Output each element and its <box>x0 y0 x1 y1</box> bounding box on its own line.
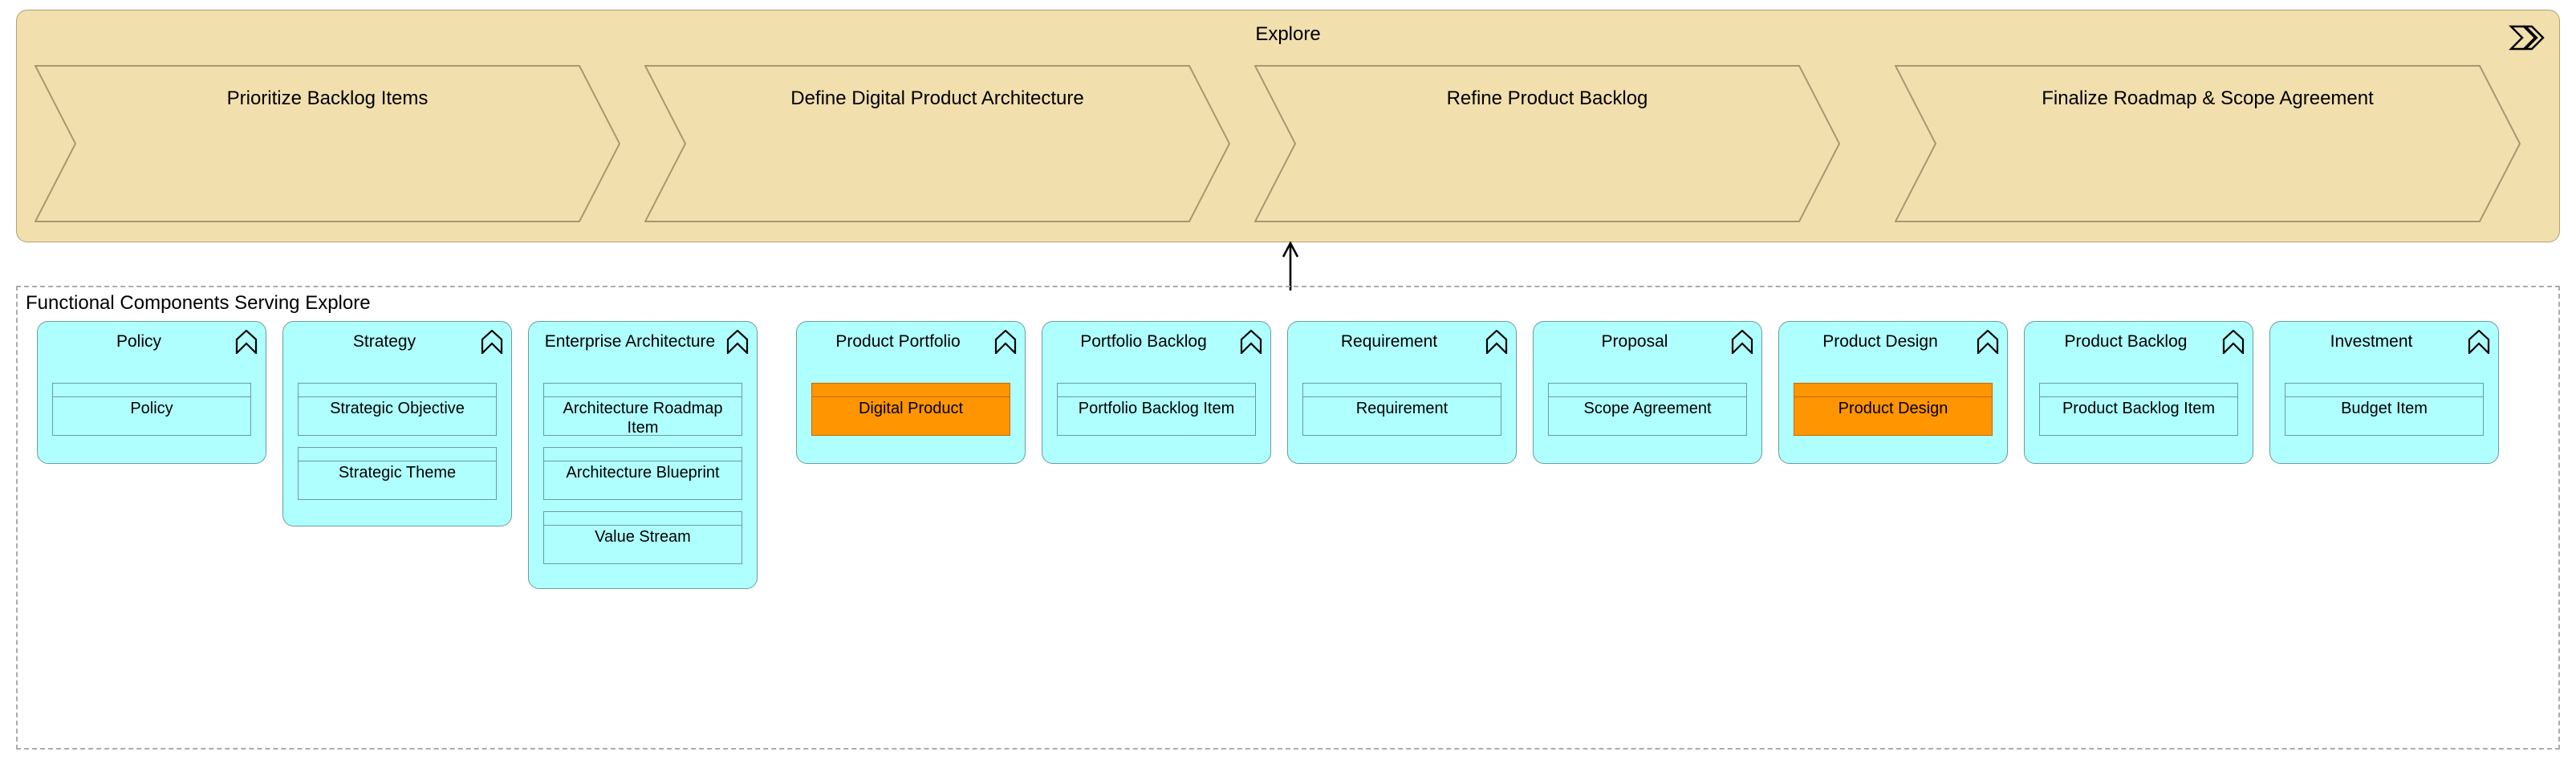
element-box[interactable]: Policy <box>52 383 251 436</box>
element-box[interactable]: Strategic Theme <box>298 447 497 500</box>
element-header-strip <box>544 512 742 526</box>
element-header-strip <box>544 448 742 461</box>
capability-card-title: Policy <box>46 331 232 352</box>
capability-card-proposal[interactable]: Proposal Scope Agreement <box>1533 321 1762 464</box>
element-box[interactable]: Architecture Roadmap Item <box>543 383 742 436</box>
capability-chevron-icon <box>1731 330 1753 354</box>
element-box-highlighted[interactable]: Product Design <box>1794 383 1993 436</box>
capability-card-title: Product Backlog <box>2033 331 2219 352</box>
process-phase-finalize-roadmap-scope-agreement[interactable]: Finalize Roadmap & Scope Agreement <box>1895 65 2521 222</box>
element-box[interactable]: Portfolio Backlog Item <box>1057 383 1256 436</box>
element-header-strip <box>2040 384 2237 397</box>
element-box[interactable]: Strategic Objective <box>298 383 497 436</box>
capability-chevron-icon <box>2468 330 2490 354</box>
element-box[interactable]: Budget Item <box>2285 383 2484 436</box>
element-label: Portfolio Backlog Item <box>1059 399 1253 418</box>
explore-process-banner[interactable]: Explore Prioritize Backlog Items Define … <box>16 10 2560 242</box>
capability-card-title: Enterprise Architecture <box>537 331 723 352</box>
element-header-strip <box>53 384 250 397</box>
element-box[interactable]: Architecture Blueprint <box>543 447 742 500</box>
capability-card-title: Proposal <box>1542 331 1728 352</box>
element-label: Budget Item <box>2287 399 2481 418</box>
element-header-strip <box>812 384 1010 397</box>
element-label: Digital Product <box>814 399 1008 418</box>
element-box[interactable]: Scope Agreement <box>1548 383 1747 436</box>
capability-chevron-icon <box>235 330 258 354</box>
capability-chevron-icon <box>1977 330 1999 354</box>
process-phase-define-digital-product-architecture[interactable]: Define Digital Product Architecture <box>644 65 1230 222</box>
capability-card-enterprise-architecture[interactable]: Enterprise Architecture Architecture Roa… <box>528 321 758 589</box>
element-header-strip <box>1303 384 1501 397</box>
capability-card-product-backlog[interactable]: Product Backlog Product Backlog Item <box>2024 321 2253 464</box>
process-phase-refine-product-backlog[interactable]: Refine Product Backlog <box>1254 65 1840 222</box>
capability-card-title: Product Design <box>1787 331 1973 352</box>
element-label: Scope Agreement <box>1550 399 1745 418</box>
capability-card-investment[interactable]: Investment Budget Item <box>2269 321 2499 464</box>
process-phase-row: Prioritize Backlog Items Define Digital … <box>17 65 2559 226</box>
capability-card-title: Investment <box>2278 331 2464 352</box>
element-header-strip <box>2285 384 2483 397</box>
capability-card-title: Product Portfolio <box>805 331 991 352</box>
element-label: Requirement <box>1305 399 1499 418</box>
capability-chevron-icon <box>1240 330 1262 354</box>
capability-card-portfolio-backlog[interactable]: Portfolio Backlog Portfolio Backlog Item <box>1042 321 1271 464</box>
capability-card-title: Strategy <box>291 331 477 352</box>
capability-card-title: Portfolio Backlog <box>1050 331 1237 352</box>
element-box[interactable]: Requirement <box>1302 383 1501 436</box>
capability-chevron-icon <box>2222 330 2245 354</box>
capability-card-policy[interactable]: Policy Policy <box>37 321 266 464</box>
element-header-strip <box>299 448 496 461</box>
process-chevron-icon <box>2508 22 2546 54</box>
element-label: Product Design <box>1796 399 1990 418</box>
capability-chevron-icon <box>994 330 1017 354</box>
element-label: Architecture Blueprint <box>546 463 740 482</box>
capability-card-product-portfolio[interactable]: Product Portfolio Digital Product <box>796 321 1026 464</box>
element-box[interactable]: Product Backlog Item <box>2039 383 2238 436</box>
serving-arrow-icon <box>1279 241 1302 291</box>
capability-card-strategy[interactable]: Strategy Strategic Objective Strategic T… <box>282 321 512 526</box>
capability-chevron-icon <box>1485 330 1508 354</box>
element-label: Product Backlog Item <box>2042 399 2236 418</box>
capability-card-product-design[interactable]: Product Design Product Design <box>1778 321 2008 464</box>
page-title: Explore <box>17 23 2559 46</box>
element-header-strip <box>1058 384 1255 397</box>
element-header-strip <box>544 384 742 397</box>
element-label: Value Stream <box>546 527 740 547</box>
element-header-strip <box>1549 384 1746 397</box>
element-box-highlighted[interactable]: Digital Product <box>811 383 1010 436</box>
element-label: Architecture Roadmap Item <box>546 399 740 437</box>
capability-chevron-icon <box>726 330 749 354</box>
functional-components-grouping: Functional Components Serving Explore Po… <box>16 286 2560 750</box>
process-phase-prioritize-backlog-items[interactable]: Prioritize Backlog Items <box>35 65 620 222</box>
capability-chevron-icon <box>481 330 503 354</box>
element-label: Policy <box>55 399 249 418</box>
grouping-label: Functional Components Serving Explore <box>26 292 371 315</box>
capability-card-requirement[interactable]: Requirement Requirement <box>1287 321 1517 464</box>
element-label: Strategic Theme <box>300 463 494 482</box>
element-label: Strategic Objective <box>300 399 494 418</box>
element-header-strip <box>1794 384 1992 397</box>
element-header-strip <box>299 384 496 397</box>
capability-card-title: Requirement <box>1296 331 1482 352</box>
element-box[interactable]: Value Stream <box>543 511 742 564</box>
